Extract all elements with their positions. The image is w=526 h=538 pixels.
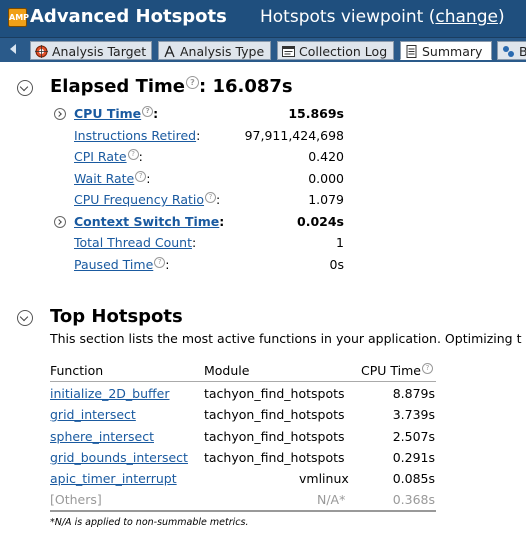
column-header-function[interactable]: Function xyxy=(50,363,103,378)
metric-cpu-time-label[interactable]: CPU Time?: xyxy=(74,106,158,121)
metric-instructions-retired-value: 97,911,424,698 xyxy=(244,128,344,143)
metric-cpi-rate-value: 0.420 xyxy=(308,149,344,164)
analysis-type-icon xyxy=(164,45,175,58)
help-icon[interactable]: ? xyxy=(205,192,217,203)
metric-cpu-frequency-ratio-label[interactable]: CPU Frequency Ratio?: xyxy=(74,192,220,207)
module-cell: tachyon_find_hotspots xyxy=(204,429,345,444)
cpu-time-cell: 0.291s xyxy=(392,450,435,465)
tab-bottom-up[interactable]: B xyxy=(497,41,526,60)
help-icon[interactable]: ? xyxy=(154,257,166,268)
expand-cpu-time-icon[interactable] xyxy=(54,108,66,120)
module-cell: vmlinux xyxy=(299,471,349,486)
bottom-up-icon xyxy=(503,46,514,57)
tab-collection-log[interactable]: Collection Log xyxy=(277,41,394,60)
metric-paused-time-value: 0s xyxy=(329,257,344,272)
amplifier-logo-icon: AMP xyxy=(8,8,29,27)
function-link[interactable]: initialize_2D_buffer xyxy=(50,386,169,401)
column-header-module[interactable]: Module xyxy=(204,363,249,378)
help-icon[interactable]: ? xyxy=(142,106,154,117)
column-header-cpu-time[interactable]: CPU Time? xyxy=(361,363,433,378)
cpu-time-cell: 0.085s xyxy=(392,471,435,486)
others-label: [Others] xyxy=(50,492,102,507)
top-hotspots-heading: Top Hotspots xyxy=(50,306,183,327)
module-cell: tachyon_find_hotspots xyxy=(204,386,345,401)
tab-summary[interactable]: Summary xyxy=(400,41,492,60)
summary-icon xyxy=(406,45,417,58)
module-cell: tachyon_find_hotspots xyxy=(204,450,345,465)
tab-analysis-type[interactable]: Analysis Type xyxy=(158,41,271,60)
app-header: AMP Advanced Hotspots Hotspots viewpoint… xyxy=(0,0,526,37)
metric-cpu-time-value: 15.869s xyxy=(288,106,344,121)
expand-context-switch-time-icon[interactable] xyxy=(54,216,66,228)
help-icon[interactable]: ? xyxy=(185,76,199,89)
cpu-time-cell: 2.507s xyxy=(392,429,435,444)
table-bottom-rule xyxy=(50,510,436,512)
viewpoint-label: Hotspots viewpoint (change) xyxy=(260,7,505,27)
metric-total-thread-count-value: 1 xyxy=(336,235,344,250)
metric-total-thread-count-label[interactable]: Total Thread Count: xyxy=(74,235,196,250)
cpu-time-cell: 3.739s xyxy=(392,407,435,422)
metric-context-switch-time-label[interactable]: Context Switch Time: xyxy=(74,214,224,229)
metric-cpu-frequency-ratio-value: 1.079 xyxy=(308,192,344,207)
tab-bar: Analysis Target Analysis Type Collection… xyxy=(0,37,526,62)
metric-paused-time-label[interactable]: Paused Time?: xyxy=(74,257,169,272)
table-header-divider xyxy=(50,381,436,382)
function-link[interactable]: sphere_intersect xyxy=(50,429,154,444)
log-icon xyxy=(282,46,295,57)
cpu-time-cell: 8.879s xyxy=(392,386,435,401)
module-cell: tachyon_find_hotspots xyxy=(204,407,345,422)
help-icon[interactable]: ? xyxy=(127,149,139,160)
analysis-title: Advanced Hotspots xyxy=(30,6,227,27)
metric-wait-rate-label[interactable]: Wait Rate?: xyxy=(74,171,150,186)
collapse-elapsed-time-icon[interactable] xyxy=(17,80,33,96)
function-link[interactable]: grid_bounds_intersect xyxy=(50,450,188,465)
elapsed-time-heading: Elapsed Time?: 16.087s xyxy=(50,76,293,97)
change-viewpoint-link[interactable]: change xyxy=(435,7,498,27)
metric-cpi-rate-label[interactable]: CPI Rate?: xyxy=(74,149,143,164)
tab-analysis-target[interactable]: Analysis Target xyxy=(30,41,152,60)
function-link[interactable]: grid_intersect xyxy=(50,407,136,422)
top-hotspots-description: This section lists the most active funct… xyxy=(50,331,522,346)
function-link[interactable]: apic_timer_interrupt xyxy=(50,471,177,486)
metric-instructions-retired-label[interactable]: Instructions Retired: xyxy=(74,128,200,143)
module-cell: N/A* xyxy=(317,492,346,507)
cpu-time-cell: 0.368s xyxy=(392,492,435,507)
help-icon[interactable]: ? xyxy=(421,363,433,374)
metric-wait-rate-value: 0.000 xyxy=(308,171,344,186)
tab-scroll-left-icon[interactable] xyxy=(10,44,16,54)
collapse-top-hotspots-icon[interactable] xyxy=(17,310,33,326)
target-icon xyxy=(35,45,48,58)
footnote: *N/A is applied to non-summable metrics. xyxy=(50,517,249,528)
help-icon[interactable]: ? xyxy=(135,171,147,182)
metric-context-switch-time-value: 0.024s xyxy=(297,214,344,229)
